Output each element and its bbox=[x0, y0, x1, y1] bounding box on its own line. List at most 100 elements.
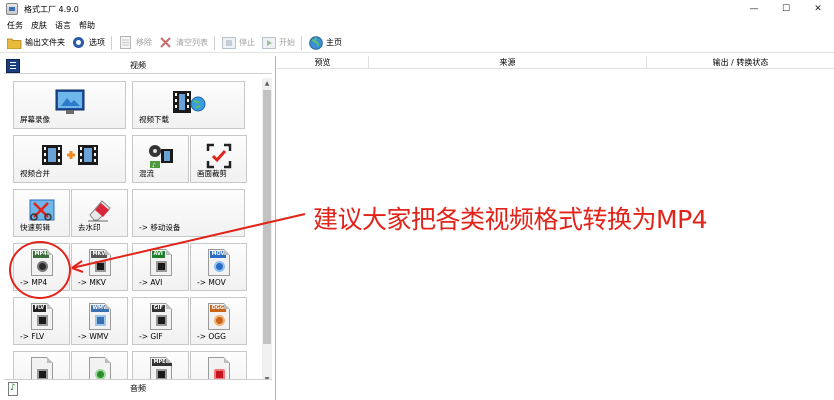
output-folder-label: 输出文件夹 bbox=[25, 38, 65, 47]
stop-button[interactable]: 停止 bbox=[221, 34, 255, 52]
video-merge-tile[interactable]: 视频合并 bbox=[13, 135, 126, 183]
clear-list-label: 清空列表 bbox=[176, 38, 208, 47]
video-category-header[interactable]: 视频 bbox=[4, 58, 272, 74]
ogg-file-icon: OGG bbox=[207, 303, 230, 330]
mix-icon: ♪ bbox=[148, 145, 173, 169]
ogg-label: -> OGG bbox=[197, 332, 226, 341]
wmv-label: -> WMV bbox=[78, 332, 109, 341]
screen-record-label: 屏幕录像 bbox=[20, 115, 50, 124]
menu-help[interactable]: 帮助 bbox=[79, 20, 95, 31]
options-icon bbox=[71, 36, 86, 50]
toolbar-separator bbox=[111, 35, 112, 50]
app-icon bbox=[6, 3, 18, 15]
flv-badge: FLV bbox=[32, 305, 47, 312]
remove-label: 移除 bbox=[136, 38, 152, 47]
screen-record-tile[interactable]: 屏幕录像 bbox=[13, 81, 126, 129]
scroll-thumb[interactable] bbox=[263, 90, 271, 344]
audio-file-icon bbox=[8, 382, 18, 396]
mkv-tile[interactable]: MKV -> MKV bbox=[71, 243, 128, 291]
clear-icon bbox=[158, 36, 173, 50]
mix-label: 混流 bbox=[139, 169, 154, 178]
mpeg-badge: MPEG bbox=[151, 359, 172, 366]
video-merge-label: 视频合并 bbox=[20, 169, 50, 178]
task-table-header: 预览 来源 输出 / 转换状态 bbox=[277, 56, 834, 69]
start-label: 开始 bbox=[279, 38, 295, 47]
gif-label: -> GIF bbox=[139, 332, 163, 341]
menu-task[interactable]: 任务 bbox=[7, 20, 23, 31]
annotation-text: 建议大家把各类视频格式转换为MP4 bbox=[313, 205, 708, 234]
toolbar-separator bbox=[301, 35, 302, 50]
screen-record-icon bbox=[55, 89, 84, 114]
ogg-badge: OGG bbox=[209, 305, 226, 312]
video-merge-icon bbox=[41, 145, 98, 165]
mobile-device-label: -> 移动设备 bbox=[139, 223, 181, 232]
watermark-label: 去水印 bbox=[78, 223, 101, 232]
close-button[interactable]: ✕ bbox=[802, 0, 834, 18]
avi-tile[interactable]: AVI -> AVI bbox=[132, 243, 189, 291]
options-button[interactable]: 选项 bbox=[71, 34, 105, 52]
watermark-tile[interactable]: 去水印 bbox=[71, 189, 128, 237]
flv-tile[interactable]: FLV -> FLV bbox=[13, 297, 70, 345]
left-panel-scrollbar[interactable]: ▲ ▼ bbox=[262, 78, 272, 384]
title-bar: 格式工厂 4.9.0 — ☐ ✕ bbox=[0, 0, 834, 18]
video-download-tile[interactable]: 视频下载 bbox=[132, 81, 245, 129]
output-folder-button[interactable]: 输出文件夹 bbox=[7, 34, 65, 52]
mp4-highlight-circle bbox=[9, 241, 71, 299]
flv-label: -> FLV bbox=[20, 332, 45, 341]
avi-label: -> AVI bbox=[139, 278, 163, 287]
scissors-icon bbox=[29, 199, 54, 221]
wmv-badge: WMV bbox=[90, 305, 109, 312]
mkv-badge: MKV bbox=[90, 251, 108, 258]
menu-skin[interactable]: 皮肤 bbox=[31, 20, 47, 31]
start-button[interactable]: 开始 bbox=[261, 34, 295, 52]
folder-icon bbox=[7, 36, 22, 50]
menu-bar: 任务 皮肤 语言 帮助 bbox=[0, 18, 834, 32]
column-source[interactable]: 来源 bbox=[369, 56, 647, 69]
film-strip-icon bbox=[155, 261, 167, 272]
menu-language[interactable]: 语言 bbox=[55, 20, 71, 31]
stop-label: 停止 bbox=[239, 38, 255, 47]
video-category-icon bbox=[6, 59, 20, 73]
audio-category-title: 音频 bbox=[130, 384, 146, 393]
remove-icon bbox=[118, 36, 133, 50]
left-panel: 视频 屏幕录像 视频下载 视频合并 ♪ 混流 画面裁剪 快速剪辑 去水印 -> … bbox=[0, 56, 276, 400]
clear-list-button[interactable]: 清空列表 bbox=[158, 34, 208, 52]
mkv-file-icon: MKV bbox=[88, 249, 111, 276]
toolbar-separator bbox=[214, 35, 215, 50]
mkv-label: -> MKV bbox=[78, 278, 106, 287]
mov-file-icon: MOV bbox=[207, 249, 230, 276]
quick-edit-tile[interactable]: 快速剪辑 bbox=[13, 189, 70, 237]
remove-button[interactable]: 移除 bbox=[118, 34, 152, 52]
wmv-file-icon: WMV bbox=[88, 303, 111, 330]
video-tools-grid: 屏幕录像 视频下载 视频合并 ♪ 混流 画面裁剪 快速剪辑 去水印 -> 移动设… bbox=[10, 78, 260, 384]
mov-tile[interactable]: MOV -> MOV bbox=[190, 243, 247, 291]
flv-file-icon: FLV bbox=[30, 303, 53, 330]
stop-icon bbox=[221, 36, 236, 50]
globe-icon bbox=[308, 35, 323, 50]
mix-tile[interactable]: ♪ 混流 bbox=[132, 135, 189, 183]
mobile-device-tile[interactable]: -> 移动设备 bbox=[132, 189, 245, 237]
column-preview[interactable]: 预览 bbox=[277, 56, 369, 69]
maximize-button[interactable]: ☐ bbox=[770, 0, 802, 18]
wmv-tile[interactable]: WMV -> WMV bbox=[71, 297, 128, 345]
options-label: 选项 bbox=[89, 38, 105, 47]
crop-tile[interactable]: 画面裁剪 bbox=[190, 135, 247, 183]
ogg-tile[interactable]: OGG -> OGG bbox=[190, 297, 247, 345]
home-button[interactable]: 主页 bbox=[308, 34, 342, 52]
scroll-up-arrow-icon[interactable]: ▲ bbox=[262, 78, 272, 88]
minimize-button[interactable]: — bbox=[738, 0, 770, 18]
film-strip-icon bbox=[94, 261, 106, 272]
gif-badge: GIF bbox=[151, 305, 165, 312]
gif-file-icon: GIF bbox=[149, 303, 172, 330]
audio-category-header[interactable]: 音频 bbox=[4, 379, 272, 397]
crop-icon bbox=[206, 143, 231, 169]
film-strip-icon bbox=[155, 315, 167, 326]
avi-badge: AVI bbox=[151, 251, 165, 258]
mov-label: -> MOV bbox=[197, 278, 226, 287]
video-category-title: 视频 bbox=[130, 61, 146, 70]
quick-edit-label: 快速剪辑 bbox=[20, 223, 50, 232]
column-output-status[interactable]: 输出 / 转换状态 bbox=[647, 56, 834, 69]
crop-label: 画面裁剪 bbox=[197, 169, 227, 178]
gif-tile[interactable]: GIF -> GIF bbox=[132, 297, 189, 345]
video-download-icon bbox=[172, 91, 205, 113]
